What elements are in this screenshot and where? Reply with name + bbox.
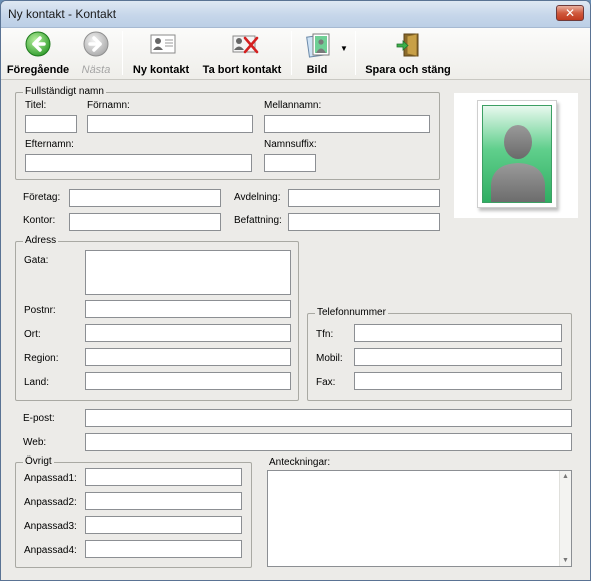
job-title-input[interactable] <box>288 213 440 231</box>
city-label: Ort: <box>24 329 41 340</box>
office-input[interactable] <box>69 213 221 231</box>
delete-contact-label: Ta bort kontakt <box>202 64 282 76</box>
mobile-label: Mobil: <box>316 353 343 364</box>
delete-contact-icon <box>229 31 259 57</box>
region-label: Region: <box>24 353 59 364</box>
next-label: Nästa <box>81 64 111 76</box>
contact-form: Fullständigt namn Titel: Förnamn: Mellan… <box>1 81 590 580</box>
postal-code-input[interactable] <box>85 300 291 318</box>
save-close-label: Spara och stäng <box>365 64 451 76</box>
custom1-input[interactable] <box>85 468 242 486</box>
toolbar: Föregående Nästa Ny kontakt Ta bort kont… <box>1 28 590 80</box>
web-input[interactable] <box>85 433 572 451</box>
company-label: Företag: <box>23 192 61 203</box>
contact-photo[interactable] <box>454 93 578 218</box>
company-input[interactable] <box>69 189 221 207</box>
toolbar-separator <box>291 31 292 75</box>
address-group: Adress Gata: Postnr: Ort: Region: Land: <box>15 235 299 401</box>
job-title-label: Befattning: <box>234 215 282 226</box>
phone-group: Telefonnummer Tfn: Mobil: Fax: <box>307 307 572 401</box>
window-title: Ny kontakt - Kontakt <box>8 7 117 21</box>
toolbar-separator <box>122 31 123 75</box>
city-input[interactable] <box>85 324 291 342</box>
picture-button[interactable]: Bild <box>297 31 337 77</box>
email-label: E-post: <box>23 413 55 424</box>
custom3-label: Anpassad3: <box>24 521 77 532</box>
save-close-button[interactable]: Spara och stäng <box>361 31 455 77</box>
photo-frame <box>477 100 557 208</box>
arrow-left-icon <box>25 31 51 57</box>
email-input[interactable] <box>85 409 572 427</box>
previous-button[interactable]: Föregående <box>5 31 71 77</box>
custom1-label: Anpassad1: <box>24 473 77 484</box>
web-label: Web: <box>23 437 47 448</box>
first-name-label: Förnamn: <box>87 100 130 111</box>
picture-dropdown-icon[interactable]: ▼ <box>340 44 348 53</box>
fax-label: Fax: <box>316 377 336 388</box>
title-label: Titel: <box>25 100 47 111</box>
delete-contact-button[interactable]: Ta bort kontakt <box>198 31 286 77</box>
middle-name-input[interactable] <box>264 115 430 133</box>
middle-name-label: Mellannamn: <box>264 100 322 111</box>
arrow-right-icon <box>83 31 109 57</box>
last-name-input[interactable] <box>25 154 252 172</box>
custom4-label: Anpassad4: <box>24 545 77 556</box>
street-input[interactable] <box>85 250 291 295</box>
picture-icon <box>304 31 330 58</box>
office-label: Kontor: <box>23 215 56 226</box>
new-contact-label: Ny kontakt <box>132 64 190 76</box>
suffix-input[interactable] <box>264 154 316 172</box>
close-button[interactable]: ✕ <box>556 5 584 21</box>
custom2-input[interactable] <box>85 492 242 510</box>
region-input[interactable] <box>85 348 291 366</box>
other-group: Övrigt Anpassad1: Anpassad2: Anpassad3: … <box>15 456 252 568</box>
suffix-label: Namnsuffix: <box>264 139 317 150</box>
department-input[interactable] <box>288 189 440 207</box>
save-door-icon <box>395 31 421 57</box>
scroll-up-icon[interactable]: ▲ <box>562 473 569 480</box>
mobile-input[interactable] <box>354 348 562 366</box>
contact-card-icon <box>148 31 176 57</box>
previous-label: Föregående <box>6 64 70 76</box>
title-bar: Ny kontakt - Kontakt ✕ <box>1 1 590 28</box>
person-silhouette-icon <box>482 105 552 203</box>
phone-label: Tfn: <box>316 329 334 340</box>
country-input[interactable] <box>85 372 291 390</box>
first-name-input[interactable] <box>87 115 253 133</box>
other-legend: Övrigt <box>23 456 54 467</box>
postal-code-label: Postnr: <box>24 305 56 316</box>
title-input[interactable] <box>25 115 77 133</box>
full-name-legend: Fullständigt namn <box>23 86 106 97</box>
department-label: Avdelning: <box>234 192 281 203</box>
toolbar-separator <box>355 31 356 75</box>
next-button: Nästa <box>73 31 119 77</box>
phone-input[interactable] <box>354 324 562 342</box>
custom4-input[interactable] <box>85 540 242 558</box>
notes-scrollbar[interactable]: ▲ ▼ <box>559 471 571 566</box>
address-legend: Adress <box>23 235 59 246</box>
picture-label: Bild <box>306 64 328 76</box>
custom2-label: Anpassad2: <box>24 497 77 508</box>
fax-input[interactable] <box>354 372 562 390</box>
notes-textarea[interactable]: ▲ ▼ <box>267 470 572 567</box>
contact-window: Ny kontakt - Kontakt ✕ Föregående Nästa … <box>0 0 591 581</box>
new-contact-button[interactable]: Ny kontakt <box>128 31 194 77</box>
last-name-label: Efternamn: <box>25 139 74 150</box>
notes-label: Anteckningar: <box>269 457 331 468</box>
scroll-down-icon[interactable]: ▼ <box>562 557 569 564</box>
country-label: Land: <box>24 377 50 388</box>
street-label: Gata: <box>24 255 49 266</box>
full-name-group: Fullständigt namn Titel: Förnamn: Mellan… <box>15 86 440 180</box>
custom3-input[interactable] <box>85 516 242 534</box>
phone-legend: Telefonnummer <box>315 307 388 318</box>
